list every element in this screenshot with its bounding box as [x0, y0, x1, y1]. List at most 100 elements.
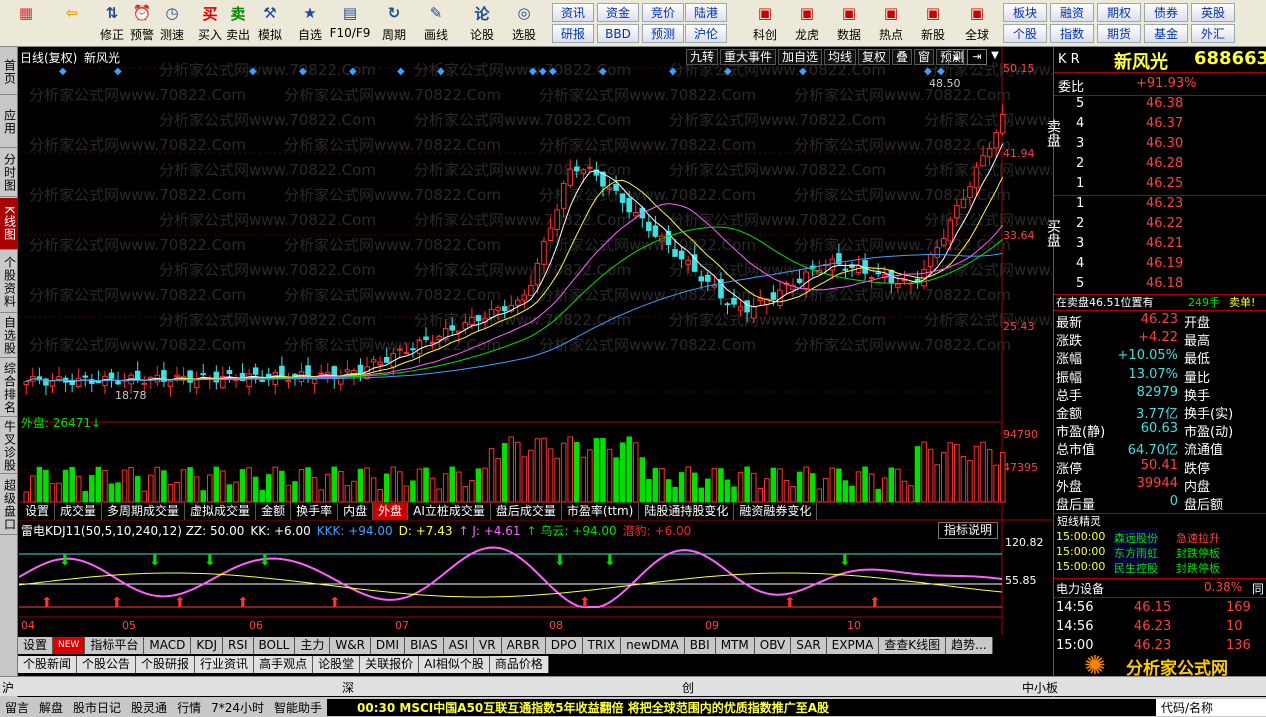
toolbar-text-button2[interactable]: 指数 [1050, 24, 1094, 43]
toolbar-text-button2[interactable]: 融资 [1050, 3, 1094, 22]
sidebar-item-2[interactable]: 分时图 [0, 149, 18, 197]
toolbar-button-6[interactable]: 卖卖出 [222, 2, 254, 45]
info-tab[interactable]: 关联报价 [360, 656, 420, 673]
vol-tab[interactable]: 换手率 [291, 503, 339, 520]
toolbar-text-button2[interactable]: 期货 [1097, 24, 1141, 43]
vol-tab[interactable]: 陆股通持股变化 [639, 503, 735, 520]
info-tab[interactable]: 高手观点 [254, 656, 314, 673]
indicator-tab[interactable]: MTM [715, 637, 755, 654]
toolbar-button-2[interactable]: ⇅ 修正 [96, 2, 128, 45]
indicator-tab[interactable]: 主力 [295, 637, 331, 654]
toolbar-text-button2[interactable]: 板块 [1003, 3, 1047, 22]
sidebar-item-0[interactable]: 首页 [0, 49, 18, 95]
toolbar-text-button[interactable]: 沪伦 [685, 24, 727, 43]
toolbar-text-button[interactable]: 竞价 [642, 3, 684, 22]
vol-tab[interactable]: 内盘 [338, 503, 374, 520]
toolbar-text-button2[interactable]: 个股 [1003, 24, 1047, 43]
toolbar-button-0[interactable]: ▦ [10, 2, 42, 45]
indicator-tab[interactable]: BOLL [253, 637, 296, 654]
vol-tab[interactable]: 市盈率(ttm) [561, 503, 640, 520]
vol-tab[interactable]: 金额 [256, 503, 292, 520]
info-tab[interactable]: 个股研报 [136, 656, 196, 673]
vol-tab[interactable]: 外盘 [373, 503, 409, 520]
indicator-tab[interactable]: BBI [684, 637, 716, 654]
indicator-tab[interactable]: RSI [223, 637, 254, 654]
sidebar-item-3[interactable]: K线图 [0, 198, 18, 250]
bb-hangqing[interactable]: 行情 [172, 699, 206, 716]
toolbar-text-button2[interactable]: 期权 [1097, 3, 1141, 22]
indicator-tab[interactable]: 查查K线图 [879, 637, 947, 654]
sz-index[interactable]: 深 [342, 679, 354, 696]
indicator-help-button[interactable]: 指标说明 [938, 522, 998, 539]
news-ticker[interactable]: 00:30 MSCI中国A50互联互通指数5年收益翻倍 将把全球范围内的优质指数… [327, 698, 1156, 716]
code-search-field[interactable]: 代码/名称 [1156, 698, 1266, 716]
indicator-tab[interactable]: W&R [330, 637, 371, 654]
indicator-tab[interactable]: 趋势... [946, 637, 993, 654]
vol-tab[interactable]: AI立桩成交量 [408, 503, 491, 520]
info-tab[interactable]: 商品价格 [489, 656, 549, 673]
bb-message[interactable]: 留言 [0, 699, 34, 716]
toolbar-button2-0[interactable]: ▣ 科创 [748, 2, 782, 45]
toolbar-text-button[interactable]: 陆港 [685, 3, 727, 22]
lock-icon[interactable]: 🔒︎ [948, 49, 964, 65]
indicator-tab[interactable]: SAR [791, 637, 827, 654]
toolbar-button-4[interactable]: ◷ 测速 [156, 2, 188, 45]
indicator-tab[interactable]: NEW [53, 637, 86, 654]
vol-tab[interactable]: 融资融券变化 [734, 503, 818, 520]
toolbar-button-8[interactable]: ★ 自选 [294, 2, 326, 45]
sidebar-item-6[interactable]: 综合排名 [0, 359, 18, 417]
bb-assistant[interactable]: 智能助手 [269, 699, 327, 716]
chart-header-button-1[interactable]: 重大事件 [720, 49, 777, 65]
toolbar-text-button[interactable]: 资金 [597, 3, 639, 22]
indicator-tab[interactable]: ASI [443, 637, 475, 654]
toolbar-text-button2[interactable]: 外汇 [1191, 24, 1235, 43]
toolbar-button2-3[interactable]: ▣ 热点 [874, 2, 908, 45]
vol-tab[interactable]: 成交量 [55, 503, 103, 520]
exit-icon[interactable]: ⇥ [967, 49, 987, 65]
toolbar-button-1[interactable]: ⇦ [56, 2, 88, 45]
toolbar-text-button2[interactable]: 债券 [1144, 3, 1188, 22]
sector-name[interactable]: 电力设备 [1056, 580, 1104, 597]
info-tab[interactable]: AI相似个股 [419, 656, 490, 673]
info-tab[interactable]: 论股堂 [313, 656, 361, 673]
chart-header-button-5[interactable]: 叠 [892, 49, 913, 65]
chart-header-button-2[interactable]: 加自选 [778, 49, 823, 65]
sidebar-item-1[interactable]: 应用 [0, 96, 18, 148]
indicator-tab[interactable]: 设置 [18, 637, 54, 654]
chart-header-button-6[interactable]: 窗 [914, 49, 935, 65]
toolbar-button-9[interactable]: ▤ F10/F9 [330, 2, 371, 45]
info-tab[interactable]: 行业资讯 [195, 656, 255, 673]
indicator-tab[interactable]: MACD [144, 637, 192, 654]
bb-gulingtong[interactable]: 股灵通 [126, 699, 172, 716]
toolbar-button2-4[interactable]: ▣ 新股 [916, 2, 950, 45]
info-tab[interactable]: 个股公告 [77, 656, 137, 673]
vol-tab[interactable]: 多周期成交量 [102, 503, 186, 520]
toolbar-button-11[interactable]: ✎ 画线 [420, 2, 452, 45]
toolbar-button-13[interactable]: ◎ 选股 [508, 2, 540, 45]
toolbar-button-3[interactable]: ⏰ 预警 [126, 2, 158, 45]
toolbar-text-button[interactable]: 研报 [552, 24, 594, 43]
indicator-tab[interactable]: BIAS [405, 637, 444, 654]
info-tab[interactable]: 个股新闻 [18, 656, 78, 673]
cy-index[interactable]: 创 [682, 679, 694, 696]
indicator-tab[interactable]: KDJ [191, 637, 223, 654]
toolbar-text-button2[interactable]: 基金 [1144, 24, 1188, 43]
indicator-tab[interactable]: VR [474, 637, 502, 654]
indicator-tab[interactable]: 指标平台 [85, 637, 145, 654]
indicator-tab[interactable]: DMI [370, 637, 406, 654]
chart-header-button-3[interactable]: 均线 [824, 49, 857, 65]
sidebar-item-4[interactable]: 个股资料 [0, 251, 18, 313]
jingling-stock[interactable]: 东方雨虹 [1114, 545, 1158, 561]
jingling-stock[interactable]: 森远股份 [1114, 530, 1158, 546]
indicator-tab[interactable]: DPO [545, 637, 583, 654]
sidebar-item-8[interactable]: 超级盘口 [0, 475, 18, 535]
toolbar-text-button[interactable]: BBD [597, 24, 639, 43]
kline-chart[interactable]: 分析家公式网www.70822.Com 分析家公式网www.70822.Com 分析… [19, 47, 1052, 635]
toolbar-button-7[interactable]: ⚒ 模拟 [254, 2, 286, 45]
toolbar-text-button[interactable]: 资讯 [552, 3, 594, 22]
indicator-tab[interactable]: ARBR [501, 637, 546, 654]
toolbar-text-button2[interactable]: 英股 [1191, 3, 1235, 22]
chart-header-button-4[interactable]: 复权 [858, 49, 891, 65]
zxb-index[interactable]: 中小板 [1022, 679, 1058, 696]
bb-724[interactable]: 7*24小时 [206, 699, 269, 716]
